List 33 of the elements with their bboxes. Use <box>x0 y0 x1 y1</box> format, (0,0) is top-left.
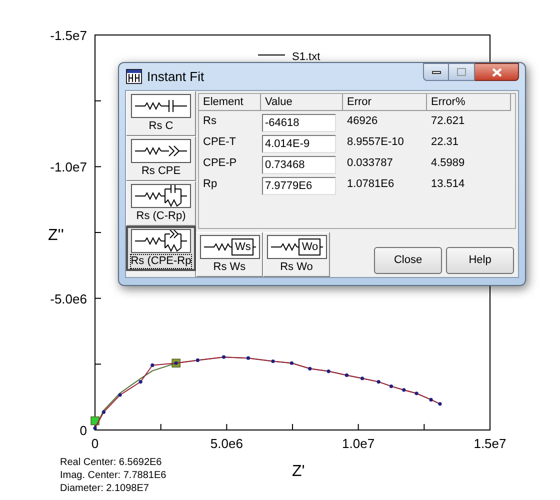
column-header: Value <box>261 94 343 111</box>
fit-info-text: Imag. Center: 7.7881E6 <box>60 469 168 482</box>
element-symbol: Wo <box>300 240 320 254</box>
column-header: Error% <box>427 94 511 111</box>
x-tick-label: 1.5e7 <box>474 436 506 451</box>
error-cell-text: 46926 <box>346 114 379 130</box>
error-percent-cell-text: 13.514 <box>430 177 466 192</box>
element-cell-text: Rs <box>202 114 218 130</box>
x-tick-label: 1.0e7 <box>342 436 375 451</box>
error-percent-cell-text: 22.31 <box>430 135 460 150</box>
y-axis-label: Z'' <box>48 227 64 244</box>
element-symbol: Ws <box>234 240 252 254</box>
window-title: Instant Fit <box>147 68 204 86</box>
x-tick-label: 0 <box>91 436 99 451</box>
y-tick-label: -1.5e7 <box>50 28 87 43</box>
x-tick-label: 5.0e6 <box>210 436 243 451</box>
error-cell-text: 1.0781E6 <box>346 177 396 192</box>
element-cell-text: CPE-P <box>202 156 238 172</box>
column-header: Element <box>199 94 261 111</box>
y-tick-label: -5.0e6 <box>50 291 87 306</box>
x-axis-label: Z' <box>292 463 305 481</box>
error-cell-text: 0.033787 <box>346 156 394 172</box>
error-percent-cell-text: 72.621 <box>430 114 466 130</box>
legend-label: S1.txt <box>292 51 320 63</box>
error-cell-text: 8.9557E-10 <box>346 135 405 150</box>
error-percent-cell-text: 4.5989 <box>430 156 466 172</box>
element-cell-text: Rp <box>202 177 218 192</box>
fit-info-text: Diameter: 2.1098E7 <box>60 482 150 495</box>
y-tick-label: -1.0e7 <box>50 160 87 175</box>
column-header: Error <box>343 94 427 111</box>
y-tick-label: 0 <box>80 423 87 438</box>
fit-info-text: Real Center: 6.5692E6 <box>60 456 163 469</box>
element-cell-text: CPE-T <box>202 135 237 150</box>
